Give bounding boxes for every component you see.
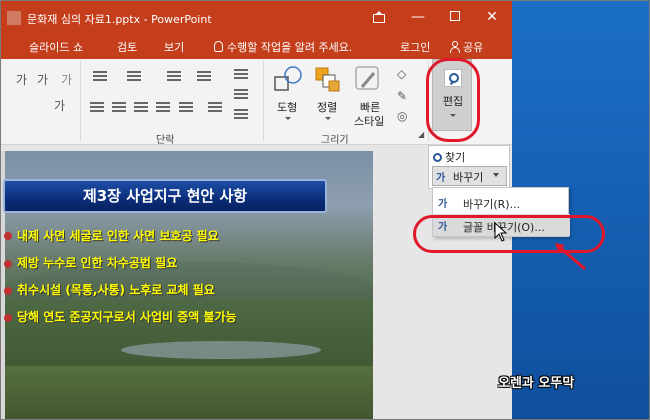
align-left-icon[interactable] — [90, 102, 104, 112]
slide-title[interactable]: 제3장 사업지구 현안 사항 — [3, 179, 327, 213]
quick-styles-label-2: 스타일 — [354, 115, 385, 128]
ribbon-tabs: 슬라이드 쇼 검토 보기 수행할 작업을 알려 주세요. 로그인 공유 — [1, 35, 512, 59]
ribbon-separator — [80, 61, 81, 141]
arrange-icon — [315, 67, 340, 92]
menu-item-label: 바꾸기(R)... — [463, 198, 521, 211]
bullet-dot — [4, 232, 12, 240]
slide-bullet[interactable]: 제방 누수로 인한 차수공법 필요 — [17, 254, 177, 271]
align-center-icon[interactable] — [112, 102, 126, 112]
shapes-button[interactable]: 도형 — [269, 63, 307, 125]
ribbon-display-options-icon[interactable] — [359, 5, 399, 29]
annotation-arrow — [555, 243, 586, 271]
mouse-cursor-icon — [494, 222, 508, 242]
text-direction-icon[interactable] — [234, 89, 248, 99]
window-title: 문화재 심의 자료1.pptx - PowerPoint — [27, 13, 212, 26]
find-label: 찾기 — [445, 151, 466, 164]
menu-item-replace[interactable]: 가 바꾸기(R)... — [433, 191, 570, 213]
dialog-launcher-icon[interactable]: ◢ — [418, 130, 424, 139]
align-text-icon[interactable] — [234, 109, 248, 119]
bullet-dot — [4, 260, 12, 268]
shape-outline-icon[interactable]: ✎ — [397, 89, 407, 103]
shapes-icon — [274, 66, 302, 91]
close-button[interactable]: ✕ — [472, 5, 512, 29]
find-button[interactable]: 찾기 — [433, 149, 465, 165]
distributed-icon[interactable] — [179, 102, 193, 112]
font-color-icon[interactable]: 가 — [54, 97, 65, 114]
minimize-button[interactable]: — — [398, 5, 438, 29]
clear-format-icon[interactable]: 가 — [61, 71, 72, 88]
justify-icon[interactable] — [156, 102, 170, 112]
title-bar: 문화재 심의 자료1.pptx - PowerPoint — ✕ — [1, 1, 512, 35]
field-background — [1, 366, 373, 419]
replace-split-button[interactable]: 가 바꾸기 — [432, 166, 507, 186]
line-spacing-icon[interactable] — [234, 69, 248, 79]
quick-styles-button[interactable]: 빠른 스타일 — [349, 63, 389, 129]
ribbon-separator — [263, 61, 264, 141]
bullets-icon[interactable] — [93, 71, 107, 81]
slide-bullet[interactable]: 취수시설 (목통,사통) 노후로 교체 필요 — [17, 281, 215, 298]
share-label: 공유 — [463, 41, 484, 54]
watermark: 오렌과 오뚜막 — [498, 376, 575, 391]
slide-bullet[interactable]: 당해 연도 준공지구로서 사업비 증액 불가능 — [17, 308, 237, 325]
search-icon — [433, 153, 442, 162]
water-background — [121, 341, 321, 359]
chevron-down-icon — [325, 117, 331, 120]
columns-icon[interactable] — [208, 102, 222, 112]
font-grow-icon[interactable]: 가 — [16, 71, 27, 88]
share-button[interactable]: 공유 — [450, 39, 483, 55]
chevron-down-icon — [285, 117, 291, 120]
quick-styles-icon — [355, 66, 379, 90]
tab-view[interactable]: 보기 — [164, 39, 184, 55]
app-icon — [7, 11, 21, 25]
indent-decrease-icon[interactable] — [167, 71, 181, 81]
lightbulb-icon — [214, 41, 223, 52]
chevron-down-icon[interactable] — [493, 173, 499, 177]
person-icon — [450, 41, 460, 53]
shapes-label: 도형 — [277, 101, 298, 114]
maximize-icon — [450, 11, 460, 21]
paragraph-group-label: 단락 — [156, 135, 175, 146]
drawing-group-label: 그리기 — [321, 135, 349, 146]
tab-slideshow[interactable]: 슬라이드 쇼 — [29, 39, 83, 55]
slide-bullet[interactable]: 내제 사면 세굴로 인한 사면 보호공 필요 — [17, 227, 219, 244]
highlight-circle-edit — [426, 58, 480, 142]
numbering-icon[interactable] — [127, 71, 141, 81]
bullet-dot — [4, 287, 12, 295]
bullet-dot — [4, 314, 12, 322]
replace-label: 바꾸기 — [453, 171, 484, 184]
font-shrink-icon[interactable]: 가 — [37, 71, 48, 88]
screenshot: 문화재 심의 자료1.pptx - PowerPoint — ✕ 슬라이드 쇼 … — [0, 0, 650, 420]
login-link[interactable]: 로그인 — [400, 39, 430, 55]
indent-increase-icon[interactable] — [197, 71, 211, 81]
tell-me-text: 수행할 작업을 알려 주세요. — [227, 41, 353, 54]
arrange-label: 정렬 — [317, 101, 338, 114]
replace-icon: 가 — [438, 199, 448, 210]
align-right-icon[interactable] — [134, 102, 148, 112]
arrange-button[interactable]: 정렬 — [311, 63, 345, 125]
edit-dropdown: 찾기 가 바꾸기 — [428, 145, 510, 189]
shape-fill-icon[interactable]: ◇ — [397, 67, 406, 81]
tell-me-search[interactable]: 수행할 작업을 알려 주세요. — [214, 39, 352, 55]
replace-icon: 가 — [436, 173, 446, 184]
shape-effects-icon[interactable]: ◎ — [397, 109, 407, 123]
maximize-button[interactable] — [435, 5, 475, 29]
tab-review[interactable]: 검토 — [117, 39, 137, 55]
